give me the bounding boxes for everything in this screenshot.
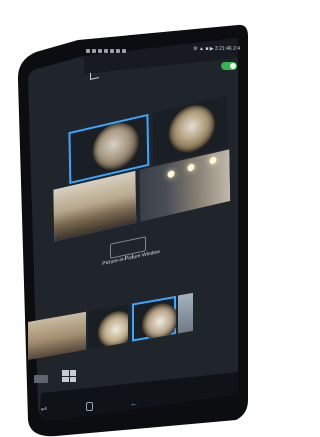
fisheye-view [92, 118, 140, 175]
notification-icon [104, 49, 108, 53]
status-bar: ⚙ ▲ ■ ▶ 3 21:46 2:4 [86, 46, 240, 56]
thumbnail-4[interactable] [178, 292, 193, 334]
camera-tile-3[interactable] [53, 170, 137, 242]
notification-icon [86, 49, 90, 53]
phone-mockup: ⚙ ▲ ■ ▶ 3 21:46 2:4 Picture-in-Picture W… [0, 0, 253, 437]
camera-tile-1[interactable] [68, 113, 150, 185]
toggle-knob [230, 63, 236, 69]
fisheye-view [168, 100, 216, 158]
home-icon[interactable] [86, 402, 93, 411]
notification-icon [122, 49, 126, 53]
grid-cell [69, 370, 76, 376]
recents-icon[interactable]: ⇌ [40, 405, 48, 413]
grid-cell [69, 376, 76, 382]
notification-icon [110, 49, 114, 53]
notification-icon [92, 49, 96, 53]
notification-icon [98, 49, 102, 53]
back-icon[interactable]: ← [130, 400, 138, 408]
live-toggle[interactable] [221, 62, 237, 70]
grid-cell [62, 370, 69, 376]
grid-cell [62, 376, 69, 382]
thumbnail-2[interactable] [88, 304, 128, 350]
office-view [53, 170, 137, 242]
notification-icon [116, 49, 120, 53]
status-right-text: ⚙ ▲ ■ ▶ 3 21:46 2:4 [193, 46, 240, 52]
grid-view-icon[interactable] [62, 370, 76, 382]
thumbnail-3[interactable] [132, 295, 176, 342]
single-view-icon[interactable] [34, 375, 48, 383]
